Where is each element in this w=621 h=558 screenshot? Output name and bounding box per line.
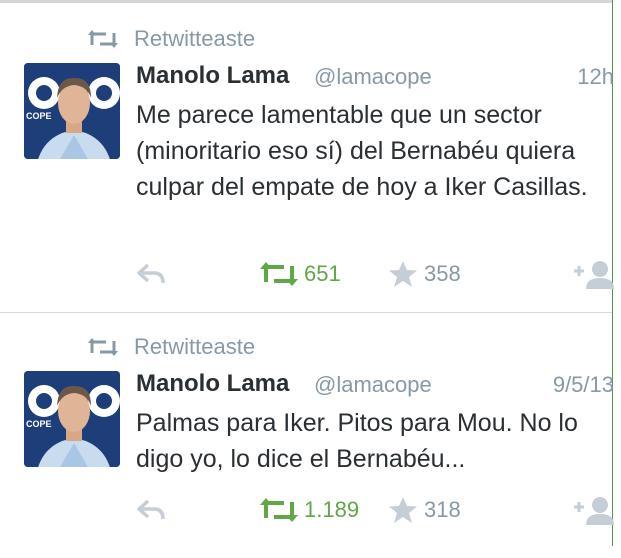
tweet-item[interactable]: Retwitteaste COPE Manolo Lama @lamacope … (0, 308, 614, 558)
retweet-count: 1.189 (304, 497, 360, 522)
retweet-icon (88, 29, 118, 49)
avatar[interactable]: COPE (24, 371, 120, 467)
author-handle[interactable]: @lamacope (314, 372, 432, 398)
retweet-button[interactable]: 651 (260, 258, 341, 290)
reply-icon (136, 262, 168, 286)
retweet-icon (260, 497, 298, 523)
tweet-header: Manolo Lama @lamacope 9/5/13 (136, 370, 614, 404)
avatar-logo-text: COPE (26, 419, 52, 429)
favorite-count: 358 (424, 261, 461, 286)
reply-icon (136, 498, 168, 522)
retweet-button[interactable]: 1.189 (260, 494, 359, 526)
retweet-icon (88, 337, 118, 357)
author-name[interactable]: Manolo Lama (136, 62, 289, 90)
retweet-context-label: Retwitteaste (134, 334, 256, 359)
author-handle[interactable]: @lamacope (314, 64, 432, 90)
retweet-count: 651 (304, 261, 341, 286)
tweet-actions: 651 358 (136, 258, 614, 290)
tweet-time[interactable]: 12h (577, 64, 614, 90)
star-icon (388, 496, 418, 524)
favorite-count: 318 (424, 497, 461, 522)
tweet-header: Manolo Lama @lamacope 12h (136, 62, 614, 96)
tweet-text: Me parece lamentable que un sector (mino… (136, 101, 588, 201)
retweet-context: Retwitteaste (88, 332, 255, 362)
favorite-button[interactable]: 358 (388, 258, 461, 290)
follow-user-icon (572, 495, 614, 525)
tweet-actions: 1.189 318 (136, 494, 614, 526)
reply-button[interactable] (136, 494, 168, 526)
avatar-logo-text: COPE (26, 111, 52, 121)
retweet-context: Retwitteaste (88, 24, 255, 54)
star-icon (388, 260, 418, 288)
tweet-text: Palmas para Iker. Pitos para Mou. No lo … (136, 409, 578, 473)
retweet-icon (260, 261, 298, 287)
follow-button[interactable] (572, 258, 614, 290)
avatar[interactable]: COPE (24, 63, 120, 159)
tweet-time[interactable]: 9/5/13 (553, 372, 614, 398)
follow-user-icon (572, 259, 614, 289)
reply-button[interactable] (136, 258, 168, 290)
author-name[interactable]: Manolo Lama (136, 370, 289, 398)
favorite-button[interactable]: 318 (388, 494, 461, 526)
retweet-context-label: Retwitteaste (134, 26, 256, 51)
tweet-item[interactable]: Retwitteaste COPE Manolo Lama @lamacope … (0, 0, 614, 289)
follow-button[interactable] (572, 494, 614, 526)
